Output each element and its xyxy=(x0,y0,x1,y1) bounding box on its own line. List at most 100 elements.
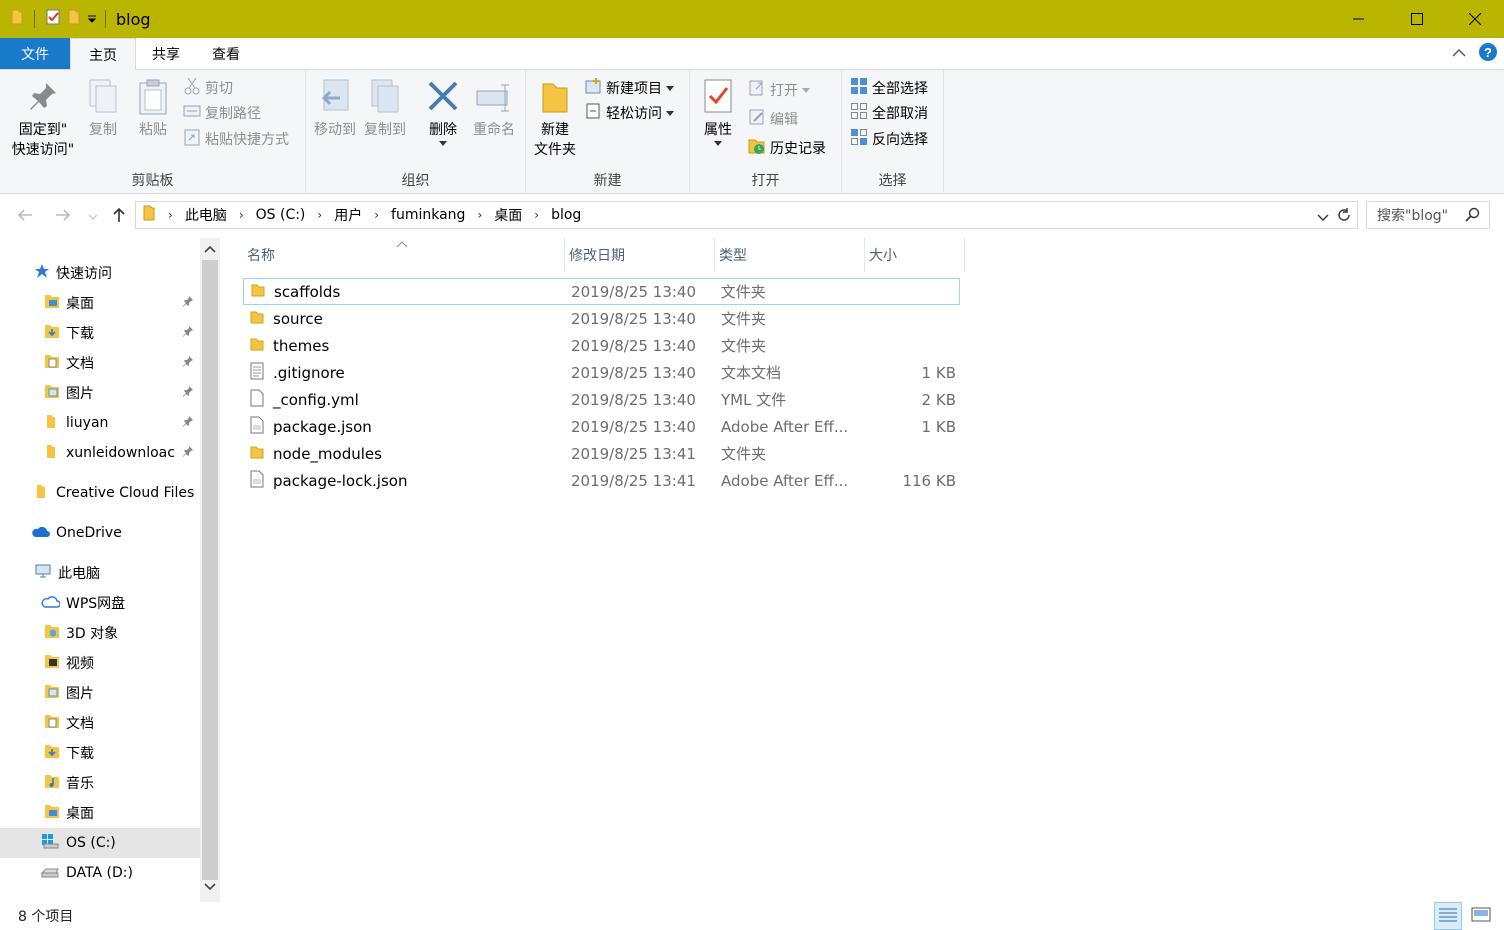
folder-icon xyxy=(249,309,265,329)
back-arrow-icon[interactable] xyxy=(16,206,34,228)
copy-path-button[interactable]: 复制路径 xyxy=(183,101,261,125)
large-icons-view-icon[interactable] xyxy=(1468,903,1494,929)
new-item-icon xyxy=(584,77,602,99)
tab-share[interactable]: 共享 xyxy=(136,38,196,69)
nav-quick-downloads[interactable]: 下载 xyxy=(0,318,200,348)
paste-shortcut-button[interactable]: 粘贴快捷方式 xyxy=(183,127,289,151)
scroll-down-icon[interactable] xyxy=(204,880,216,896)
properties-button[interactable]: 属性 xyxy=(698,76,738,147)
table-row[interactable]: scaffolds 2019/8/25 13:40 文件夹 xyxy=(243,278,960,305)
pin-icon[interactable] xyxy=(182,295,194,311)
nav-data-d[interactable]: DATA (D:) xyxy=(0,858,200,888)
nav-music[interactable]: 音乐 xyxy=(0,768,200,798)
select-all-button[interactable]: 全部选择 xyxy=(850,76,928,100)
new-folder-button[interactable]: 新建 文件夹 xyxy=(532,76,578,160)
pin-icon[interactable] xyxy=(182,445,194,461)
search-input[interactable]: 搜索"blog" xyxy=(1366,201,1490,229)
select-none-button[interactable]: 全部取消 xyxy=(850,101,928,125)
edit-button[interactable]: 编辑 xyxy=(748,107,798,131)
copy-button[interactable]: 复制 xyxy=(82,76,124,140)
chevron-down-icon xyxy=(802,82,810,98)
nav-desktop[interactable]: 桌面 xyxy=(0,798,200,828)
nav-os-c[interactable]: OS (C:) xyxy=(0,828,200,858)
up-arrow-icon[interactable] xyxy=(110,206,128,228)
pin-icon[interactable] xyxy=(182,355,194,371)
pin-icon[interactable] xyxy=(182,325,194,341)
column-size[interactable]: 大小 xyxy=(865,238,965,272)
copy-to-icon xyxy=(365,76,405,118)
rename-button[interactable]: 重命名 xyxy=(468,76,520,140)
easy-access-button[interactable]: 轻松访问 xyxy=(584,101,674,125)
breadcrumb-user[interactable]: fuminkang xyxy=(391,207,465,223)
nav-quick-desktop[interactable]: 桌面 xyxy=(0,288,200,318)
cut-button[interactable]: 剪切 xyxy=(183,76,233,100)
chevron-up-icon[interactable] xyxy=(1452,46,1466,62)
new-folder-icon[interactable] xyxy=(67,8,81,30)
pin-icon[interactable] xyxy=(182,415,194,431)
address-bar[interactable]: › 此电脑 › OS (C:) › 用户 › fuminkang › 桌面 › … xyxy=(135,201,1358,229)
tab-home[interactable]: 主页 xyxy=(70,38,136,70)
pin-to-quick-access-button[interactable]: 固定到" 快速访问" xyxy=(8,76,78,160)
paste-button[interactable]: 粘贴 xyxy=(132,76,174,140)
help-icon[interactable]: ? xyxy=(1478,42,1498,66)
chevron-down-icon[interactable] xyxy=(1317,210,1329,226)
nav-this-pc[interactable]: 此电脑 xyxy=(0,558,200,588)
nav-onedrive[interactable]: OneDrive xyxy=(0,518,200,548)
nav-videos[interactable]: 视频 xyxy=(0,648,200,678)
invert-selection-button[interactable]: 反向选择 xyxy=(850,127,928,151)
breadcrumb-blog[interactable]: blog xyxy=(551,207,581,223)
nav-creative-cloud[interactable]: Creative Cloud Files xyxy=(0,478,200,508)
customize-toolbar-icon[interactable] xyxy=(87,10,97,28)
move-to-button[interactable]: 移动到 xyxy=(312,76,358,140)
table-row[interactable]: _config.yml 2019/8/25 13:40 YML 文件 2 KB xyxy=(243,386,960,413)
refresh-icon[interactable] xyxy=(1335,206,1353,228)
nav-documents[interactable]: 文档 xyxy=(0,708,200,738)
table-row[interactable]: .gitignore 2019/8/25 13:40 文本文档 1 KB xyxy=(243,359,960,386)
nav-quick-liuyan[interactable]: liuyan xyxy=(0,408,200,438)
pictures-folder-icon xyxy=(44,383,60,403)
navigation-scrollbar[interactable] xyxy=(200,238,220,902)
pin-icon[interactable] xyxy=(182,385,194,401)
open-button[interactable]: 打开 xyxy=(748,78,810,102)
minimize-button[interactable] xyxy=(1330,0,1388,38)
recent-locations-chevron-icon[interactable] xyxy=(88,210,98,226)
new-item-button[interactable]: 新建项目 xyxy=(584,76,674,100)
nav-quick-documents[interactable]: 文档 xyxy=(0,348,200,378)
nav-quick-access[interactable]: 快速访问 xyxy=(0,258,200,288)
group-label-open: 打开 xyxy=(751,173,780,189)
tab-view[interactable]: 查看 xyxy=(196,38,256,69)
history-button[interactable]: 历史记录 xyxy=(748,136,826,160)
nav-quick-xunlei[interactable]: xunleidownloac xyxy=(0,438,200,468)
delete-button[interactable]: 删除 xyxy=(422,76,464,147)
breadcrumb-users[interactable]: 用户 xyxy=(334,205,362,225)
properties-icon[interactable] xyxy=(45,8,61,30)
forward-arrow-icon[interactable] xyxy=(54,206,72,228)
table-row[interactable]: package.json 2019/8/25 13:40 Adobe After E… xyxy=(243,413,960,440)
tab-file[interactable]: 文件 xyxy=(0,38,70,69)
table-row[interactable]: package-lock.json 2019/8/25 13:41 Adobe Af… xyxy=(243,467,960,494)
maximize-button[interactable] xyxy=(1388,0,1446,38)
nav-downloads[interactable]: 下载 xyxy=(0,738,200,768)
scrollbar-thumb[interactable] xyxy=(202,260,218,880)
table-row[interactable]: themes 2019/8/25 13:40 文件夹 xyxy=(243,332,960,359)
breadcrumb-this-pc[interactable]: 此电脑 xyxy=(185,205,227,225)
file-date: 2019/8/25 13:41 xyxy=(571,444,696,463)
table-row[interactable]: node_modules 2019/8/25 13:41 文件夹 xyxy=(243,440,960,467)
breadcrumb-os-c[interactable]: OS (C:) xyxy=(256,207,306,223)
breadcrumb-desktop[interactable]: 桌面 xyxy=(494,205,522,225)
scroll-up-icon[interactable] xyxy=(204,242,216,258)
nav-quick-pictures[interactable]: 图片 xyxy=(0,378,200,408)
column-date[interactable]: 修改日期 xyxy=(565,238,715,272)
details-view-icon[interactable] xyxy=(1434,902,1462,930)
nav-wps-drive[interactable]: WPS网盘 xyxy=(0,588,200,618)
nav-pictures[interactable]: 图片 xyxy=(0,678,200,708)
copy-to-button[interactable]: 复制到 xyxy=(362,76,408,140)
nav-3d-objects[interactable]: 3D 对象 xyxy=(0,618,200,648)
file-name-cell: .gitignore xyxy=(243,362,565,384)
folder-icon xyxy=(34,483,50,503)
table-row[interactable]: source 2019/8/25 13:40 文件夹 xyxy=(243,305,960,332)
group-label-organize: 组织 xyxy=(401,173,430,189)
column-type[interactable]: 类型 xyxy=(715,238,865,272)
close-button[interactable] xyxy=(1446,0,1504,38)
file-type: 文件夹 xyxy=(721,310,767,328)
